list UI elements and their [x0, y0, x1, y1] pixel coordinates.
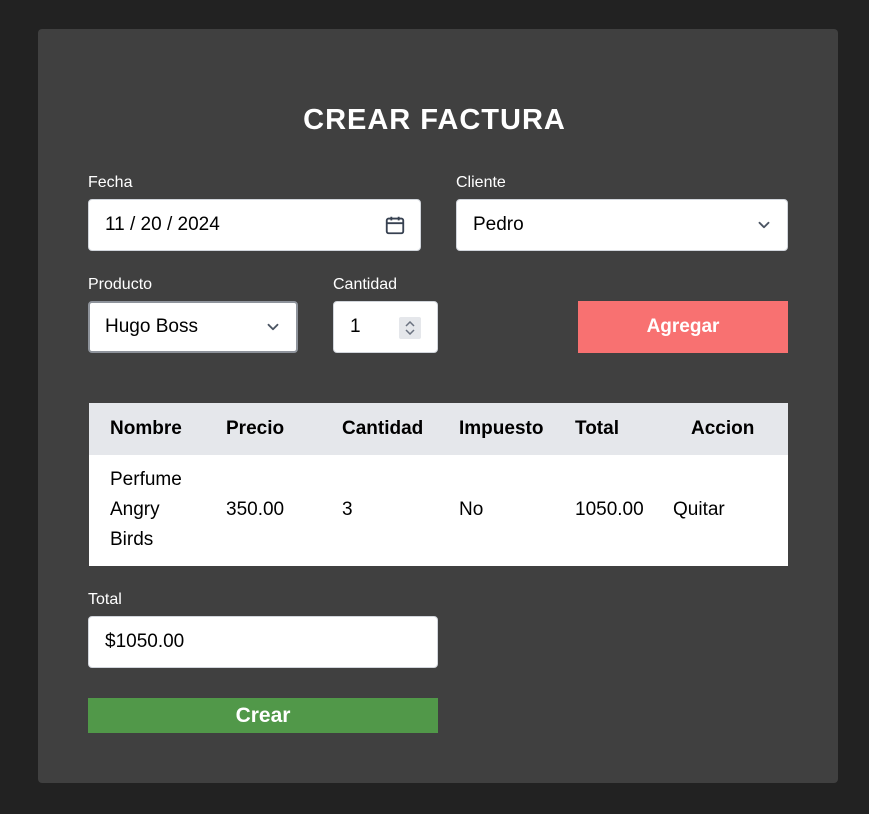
number-spinner-icon[interactable] [399, 317, 421, 339]
agregar-button[interactable]: Agregar [578, 301, 788, 353]
chevron-down-icon [755, 216, 773, 234]
cantidad-value: 1 [350, 316, 361, 337]
fecha-value: 11 / 20 / 2024 [105, 214, 220, 235]
calendar-icon[interactable] [384, 214, 406, 236]
cliente-select[interactable]: Pedro [456, 199, 788, 251]
total-field[interactable]: $1050.00 [88, 616, 438, 668]
header-total: Total [575, 418, 619, 439]
chevron-down-icon [264, 318, 282, 336]
cantidad-number-input[interactable]: 1 [333, 301, 438, 353]
cantidad-label: Cantidad [333, 276, 398, 293]
page-title: CREAR FACTURA [303, 104, 566, 136]
cell-nombre: Perfume Angry Birds [110, 469, 182, 550]
producto-label: Producto [88, 276, 153, 293]
items-table: Nombre Precio Cantidad Impuesto Total Ac… [89, 403, 788, 566]
table-header: Nombre Precio Cantidad Impuesto Total Ac… [89, 403, 788, 455]
header-impuesto: Impuesto [459, 418, 544, 439]
header-precio: Precio [226, 418, 285, 439]
crear-button[interactable]: Crear [88, 698, 438, 733]
fecha-label: Fecha [88, 174, 133, 191]
total-value: $1050.00 [105, 631, 185, 652]
cell-total: 1050.00 [575, 499, 644, 520]
header-cantidad: Cantidad [342, 418, 424, 439]
producto-select[interactable]: Hugo Boss [88, 301, 298, 353]
quitar-link[interactable]: Quitar [673, 495, 725, 525]
cell-precio: 350.00 [226, 499, 285, 520]
header-nombre: Nombre [110, 418, 182, 439]
header-accion: Accion [691, 418, 755, 439]
cliente-value: Pedro [473, 214, 524, 235]
fecha-date-input[interactable]: 11 / 20 / 2024 [88, 199, 421, 251]
cliente-label: Cliente [456, 174, 506, 191]
total-label: Total [88, 591, 122, 608]
cell-cantidad: 3 [342, 499, 353, 520]
cell-impuesto: No [459, 499, 484, 520]
